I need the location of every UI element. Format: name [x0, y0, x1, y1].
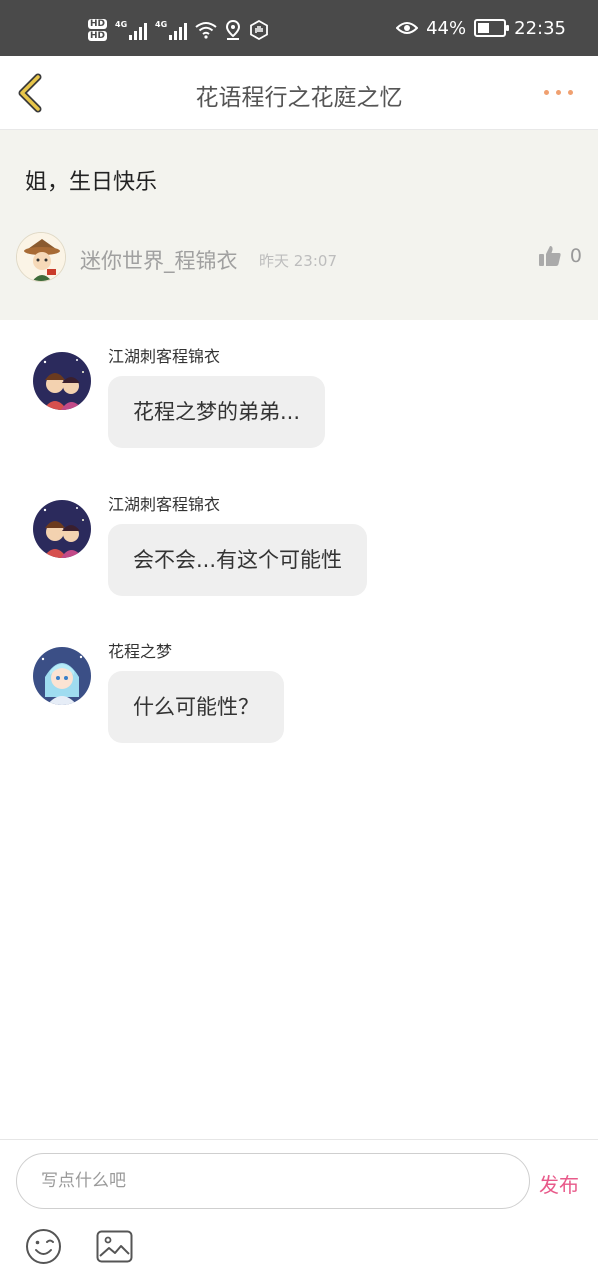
avatar-image	[17, 233, 65, 281]
hd-badge-1: HD	[88, 19, 108, 29]
message-sender: 江湖刺客程锦衣	[108, 347, 221, 366]
more-dot	[556, 89, 561, 95]
hand-icon	[250, 20, 268, 40]
avatar-image	[33, 647, 91, 705]
comment-bar: 发布	[0, 1139, 598, 1280]
page-title: 花语程行之花庭之忆	[195, 85, 403, 111]
clock: 22:35	[514, 17, 566, 39]
status-bar: HD HD 4G 4G 44% 22:35	[0, 0, 598, 56]
location-icon	[226, 20, 241, 40]
message-avatar[interactable]	[33, 500, 91, 558]
more-button[interactable]	[544, 84, 578, 100]
battery-icon	[474, 19, 510, 37]
wifi-icon	[195, 22, 217, 39]
message-bubble: 会不会...有这个可能性	[108, 524, 368, 596]
message-avatar[interactable]	[33, 352, 91, 410]
message-avatar[interactable]	[33, 647, 91, 705]
message-bubble: 花程之梦的弟弟...	[108, 376, 326, 448]
message-sender: 花程之梦	[108, 642, 173, 661]
post-username[interactable]: 迷你世界_程锦衣	[80, 245, 238, 275]
app-header: 花语程行之花庭之忆	[0, 56, 598, 130]
hd-indicators: HD HD	[88, 19, 108, 41]
more-dot	[568, 89, 573, 95]
emoji-button[interactable]	[25, 1228, 62, 1265]
thumbs-up-icon	[538, 246, 561, 266]
image-button[interactable]	[96, 1230, 133, 1263]
status-right: 44% 22:35	[396, 14, 566, 42]
status-left: HD HD 4G 4G	[88, 16, 269, 44]
emoji-icon	[26, 1229, 61, 1264]
comment-input[interactable]	[16, 1153, 530, 1209]
publish-button[interactable]: 发布	[539, 1169, 579, 1198]
avatar-image	[33, 500, 91, 558]
avatar-image	[33, 352, 91, 410]
hd-badge-2: HD	[88, 31, 108, 41]
post-text: 姐，生日快乐	[25, 170, 158, 195]
like-count: 0	[569, 245, 582, 267]
signal-icon-2: 4G	[155, 20, 188, 40]
eye-icon	[396, 22, 419, 34]
network-type-2: 4G	[155, 20, 168, 29]
image-icon	[96, 1230, 133, 1263]
battery-percent: 44%	[426, 17, 467, 39]
message-sender: 江湖刺客程锦衣	[108, 495, 221, 514]
like-button[interactable]: 0	[538, 245, 582, 267]
post-timestamp: 昨天 23:07	[259, 252, 337, 270]
message-bubble: 什么可能性？	[108, 671, 284, 743]
battery-level	[478, 23, 489, 33]
post-author-avatar[interactable]	[16, 232, 66, 282]
signal-icon-1: 4G	[115, 20, 148, 40]
more-dot	[544, 89, 549, 95]
post-card: 姐，生日快乐 迷你世界_程锦衣 昨天 23:07 0	[0, 130, 598, 320]
network-type-1: 4G	[115, 20, 128, 29]
